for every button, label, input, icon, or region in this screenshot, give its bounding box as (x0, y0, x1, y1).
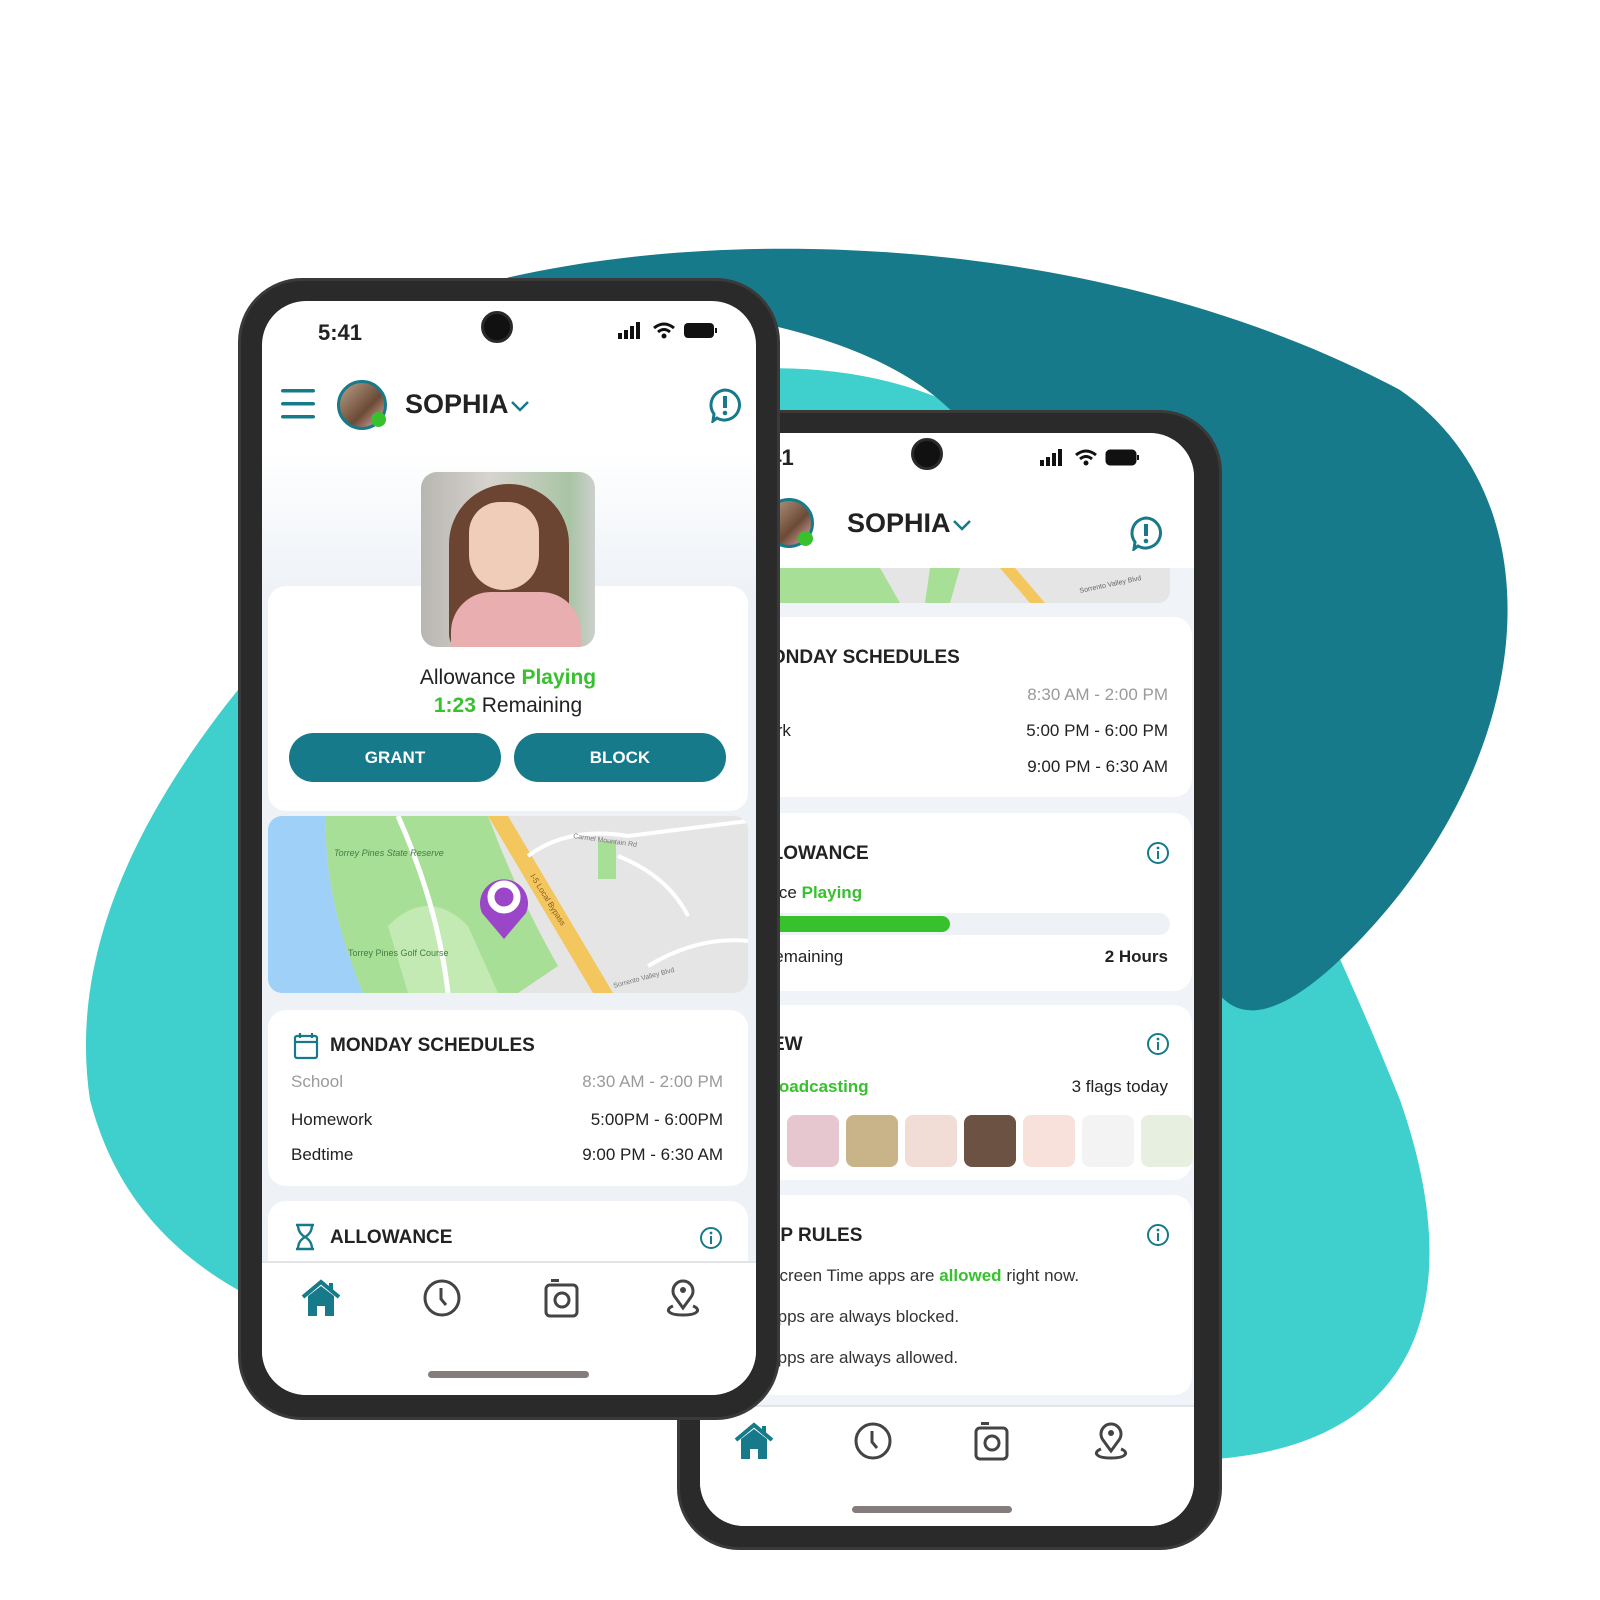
child-photo (421, 472, 595, 647)
location-icon[interactable] (663, 1278, 703, 1318)
schedule-name: Homework (291, 1110, 373, 1129)
hamburger-icon[interactable] (281, 389, 317, 421)
child-name[interactable]: SOPHIA (847, 508, 951, 539)
info-icon[interactable] (1146, 1223, 1170, 1247)
home-indicator[interactable] (428, 1371, 589, 1378)
location-icon[interactable] (1091, 1421, 1131, 1461)
online-dot (798, 531, 813, 546)
rule-allowed: allowed (939, 1266, 1002, 1285)
block-button[interactable]: BLOCK (514, 733, 726, 782)
schedule-name: School (291, 1072, 343, 1091)
chevron-down-icon[interactable] (510, 399, 530, 413)
location-map[interactable]: Torrey Pines State Reserve Torrey Pines … (268, 816, 748, 993)
camera-icon[interactable] (972, 1421, 1012, 1461)
schedules-card: MONDAY SCHEDULES School 8:30 AM - 2:00 P… (268, 1010, 748, 1186)
front-camera (481, 311, 513, 343)
status-time: 5:41 (318, 320, 363, 345)
grant-button[interactable]: GRANT (289, 733, 501, 782)
flags-count[interactable]: 3 flags today (1072, 1077, 1168, 1097)
schedule-time: 9:00 PM - 6:30 AM (1027, 757, 1168, 776)
online-dot (371, 412, 386, 427)
schedule-time: 5:00 PM - 6:00 PM (1026, 721, 1168, 740)
flagged-screenshot-thumbnail[interactable] (905, 1115, 957, 1167)
hourglass-icon (296, 1223, 314, 1251)
info-icon[interactable] (1146, 841, 1170, 865)
allowance-progress-track (730, 913, 1170, 935)
rule-text: 3 Screen Time apps are (754, 1266, 935, 1285)
info-icon[interactable] (1146, 1032, 1170, 1056)
schedule-name: Bedtime (291, 1145, 354, 1164)
rule-blocked: 3 apps are always blocked. (754, 1307, 960, 1326)
chevron-down-icon[interactable] (952, 518, 972, 532)
clock-icon[interactable] (422, 1278, 462, 1318)
battery-icon (684, 323, 714, 338)
home-icon[interactable] (734, 1421, 774, 1461)
signal-icon (1040, 449, 1062, 466)
clock-icon[interactable] (853, 1421, 893, 1461)
signal-icon (618, 322, 640, 339)
calendar-icon (293, 1033, 319, 1060)
schedule-time: 5:00PM - 6:00PM (590, 1110, 723, 1129)
front-camera (911, 438, 943, 470)
home-icon[interactable] (301, 1278, 341, 1318)
flagged-screenshot-thumbnail[interactable] (846, 1115, 898, 1167)
flagged-screenshot-thumbnail[interactable] (787, 1115, 839, 1167)
schedule-time: 8:30 AM - 2:00 PM (582, 1072, 723, 1091)
wifi-icon (653, 322, 675, 334)
alert-bubble-icon[interactable] (1128, 515, 1164, 551)
rule-allowed-always: 4 apps are always allowed. (754, 1348, 959, 1367)
schedule-time: 8:30 AM - 2:00 PM (1027, 685, 1168, 704)
status-icons (1040, 449, 1139, 466)
schedules-title: MONDAY SCHEDULES (330, 1035, 535, 1056)
flagged-screenshot-thumbnail[interactable] (1023, 1115, 1075, 1167)
flagged-screenshot-thumbnail[interactable] (964, 1115, 1016, 1167)
map-label: Torrey Pines State Reserve (334, 848, 444, 858)
status-icons (618, 322, 717, 339)
remaining-value: 2 Hours (1104, 947, 1168, 966)
schedules-title: MONDAY SCHEDULES (755, 647, 960, 668)
allowance-state: Playing (801, 883, 863, 902)
battery-icon (1105, 449, 1137, 466)
allowance-title: ALLOWANCE (330, 1227, 453, 1248)
front-phone-screen: 5:41 SOPHIA Allowance Playing 1:23 Remai… (262, 301, 756, 1395)
child-name[interactable]: SOPHIA (405, 389, 509, 420)
wifi-icon (1075, 449, 1097, 461)
allowance-label: Allowance (419, 666, 516, 689)
rule-text: right now. (1006, 1266, 1080, 1285)
flagged-screenshot-thumbnail[interactable] (1141, 1115, 1193, 1167)
map-label: Torrey Pines Golf Course (348, 948, 449, 958)
alert-bubble-icon[interactable] (707, 387, 743, 423)
allowance-state: Playing (521, 666, 597, 689)
remaining-label: Remaining (481, 694, 583, 717)
home-indicator[interactable] (852, 1506, 1012, 1513)
remaining-value: 1:23 (433, 694, 476, 717)
schedule-time: 9:00 PM - 6:30 AM (582, 1145, 723, 1164)
camera-icon[interactable] (542, 1278, 582, 1318)
info-icon[interactable] (699, 1226, 723, 1250)
flagged-screenshot-thumbnail[interactable] (1082, 1115, 1134, 1167)
